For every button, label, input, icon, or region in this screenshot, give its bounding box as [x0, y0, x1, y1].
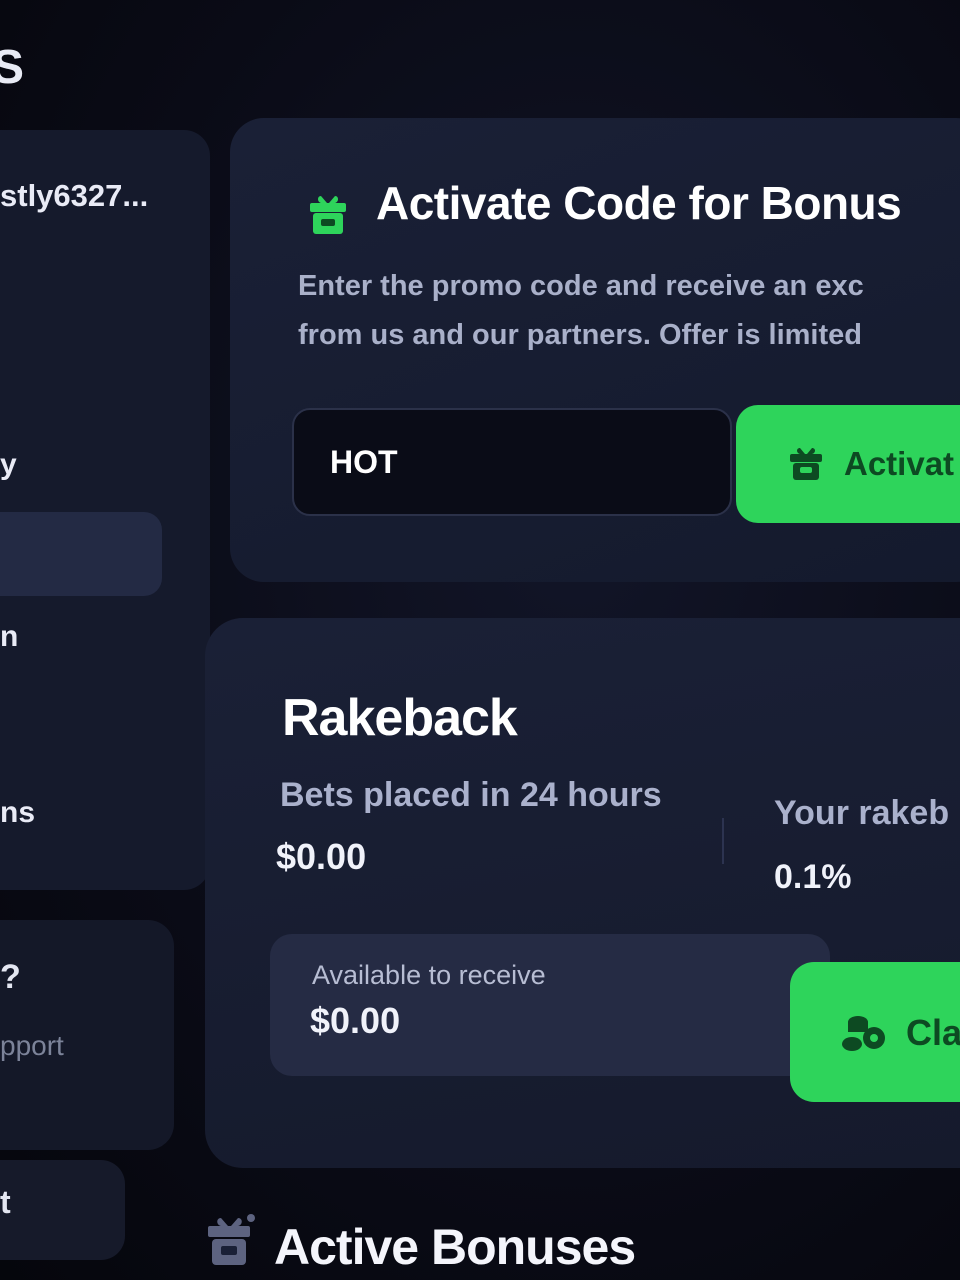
coins-icon: [842, 1016, 885, 1051]
rakeback-rate-value: 0.1%: [774, 858, 852, 896]
claim-button[interactable]: Cla: [790, 962, 960, 1102]
active-bonuses-title: Active Bonuses: [274, 1219, 636, 1275]
sidebar-bottom-label: t: [0, 1184, 11, 1220]
available-to-receive-label: Available to receive: [312, 960, 546, 990]
activate-button[interactable]: Activat: [736, 405, 960, 523]
gift-icon: [310, 196, 346, 234]
claim-button-label: Cla: [906, 1012, 960, 1053]
page: S stly6327... y n ns ? pport t Activate …: [0, 0, 960, 1280]
sidebar-bottom-button[interactable]: [0, 1160, 125, 1260]
sidebar-item-2[interactable]: n: [0, 620, 18, 654]
support-question: ?: [0, 958, 21, 996]
support-link[interactable]: pport: [0, 1030, 64, 1062]
promo-description: Enter the promo code and receive an exc …: [298, 262, 960, 360]
promo-description-line-1: Enter the promo code and receive an exc: [298, 270, 864, 302]
promo-code-input[interactable]: [292, 408, 732, 516]
page-title-fragment: S: [0, 41, 25, 94]
rakeback-rate-label: Your rakeb: [774, 794, 950, 832]
gift-icon: [790, 448, 822, 480]
sidebar: [0, 130, 210, 890]
activate-button-label: Activat: [844, 445, 955, 482]
stat-divider: [722, 818, 724, 864]
bets-placed-value: $0.00: [276, 836, 367, 877]
sidebar-item-1[interactable]: y: [0, 448, 17, 482]
rakeback-title: Rakeback: [282, 689, 518, 747]
sidebar-username[interactable]: stly6327...: [0, 178, 148, 214]
available-to-receive-value: $0.00: [310, 1000, 401, 1041]
sidebar-item-3[interactable]: ns: [0, 796, 35, 830]
sidebar-item-active[interactable]: [0, 512, 162, 596]
promo-description-line-2: from us and our partners. Offer is limit…: [298, 319, 862, 351]
bets-placed-label: Bets placed in 24 hours: [280, 776, 662, 814]
gift-icon: [208, 1214, 255, 1265]
promo-title: Activate Code for Bonus: [376, 177, 902, 229]
